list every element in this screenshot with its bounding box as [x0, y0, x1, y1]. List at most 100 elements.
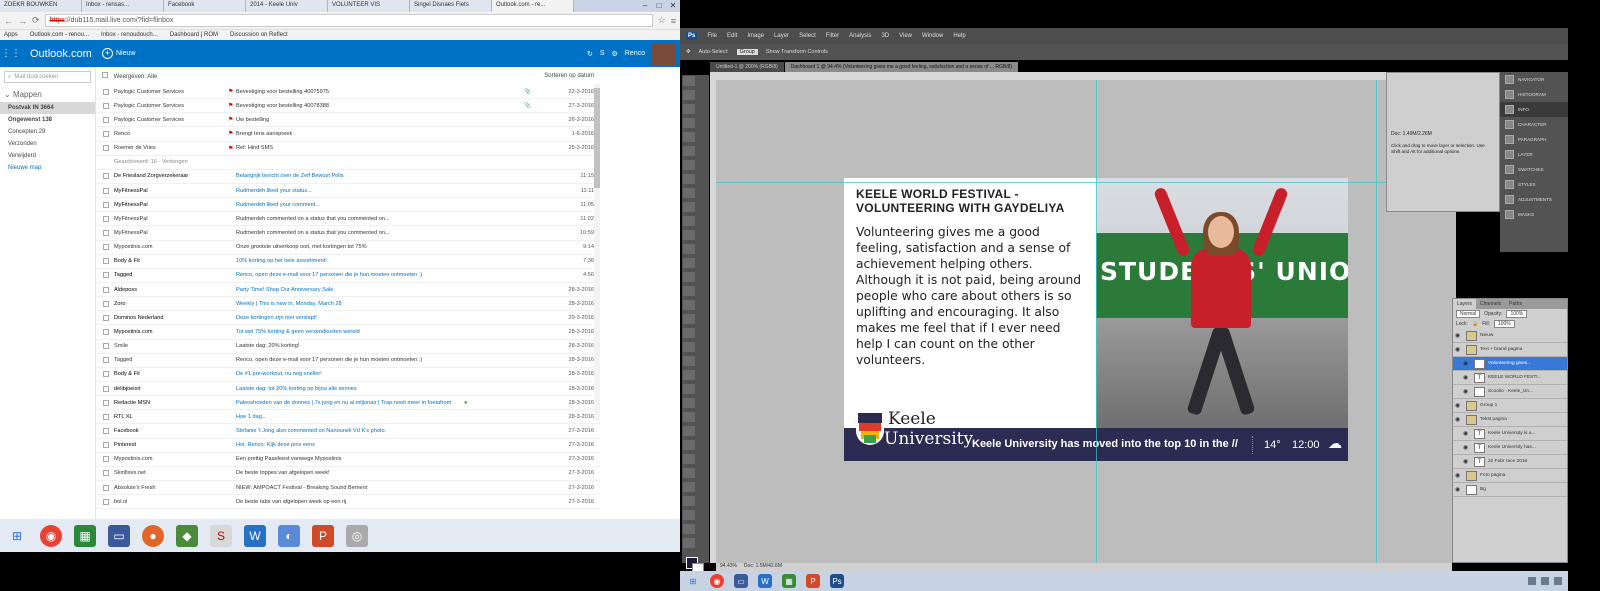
tool-icon[interactable] — [683, 468, 695, 478]
table-row[interactable]: Tagged Renco, open deze e-mail voor 17 pe… — [96, 269, 600, 283]
network-icon[interactable] — [1528, 577, 1536, 585]
table-row[interactable]: Aldeposs Party Time! Shop Our Anniversary… — [96, 283, 600, 298]
row-checkbox[interactable] — [103, 300, 109, 307]
tool-icon[interactable] — [683, 286, 695, 296]
table-row[interactable]: Zoro Weekly | This is new in, Monday, Mar… — [96, 297, 600, 312]
folder-item[interactable]: Postvak IN 3664 — [0, 102, 95, 114]
table-row[interactable]: Dominos Nederland Deze kortingen zijn nie… — [96, 311, 600, 326]
eye-icon[interactable]: ◉ — [1455, 416, 1463, 423]
browser-tab[interactable]: Facebook — [164, 0, 246, 12]
back-icon[interactable]: ← — [4, 16, 13, 26]
table-row[interactable]: Mypostinis.com Een prettig Paasfeest vanw… — [96, 453, 600, 467]
menu-item[interactable]: File — [707, 33, 717, 39]
maximize-icon[interactable]: □ — [652, 0, 666, 12]
row-checkbox[interactable] — [103, 258, 109, 265]
photoshop-taskbar-icon[interactable]: Ps — [830, 574, 844, 588]
guide-line[interactable] — [716, 182, 1456, 183]
row-checkbox[interactable] — [103, 442, 109, 449]
new-mail-button[interactable]: + Nieuw — [102, 48, 135, 59]
dock-item[interactable]: ADJUSTMENTS — [1500, 192, 1568, 207]
menu-item[interactable]: Window — [922, 33, 943, 39]
flag-icon[interactable]: ⚑ — [228, 130, 236, 137]
tool-icon[interactable] — [683, 132, 695, 142]
row-checkbox[interactable] — [103, 88, 109, 95]
windows-start-icon[interactable]: ⊞ — [6, 525, 28, 547]
flag-icon[interactable]: ⚑ — [228, 102, 236, 109]
outlook-title[interactable]: Outlook.com — [30, 48, 102, 60]
table-row[interactable]: Paylogic Customer Services ⚑ Bevestiging v… — [96, 85, 600, 100]
row-checkbox[interactable] — [103, 456, 109, 463]
eye-icon[interactable]: ◉ — [1463, 388, 1471, 395]
eye-icon[interactable]: ◉ — [1455, 332, 1463, 339]
tool-icon[interactable] — [683, 398, 695, 408]
row-checkbox[interactable] — [103, 413, 109, 420]
table-row[interactable]: Roemer de Vries ⚑ Ref: Hind SMS 25-3-2016 — [96, 142, 600, 156]
table-row[interactable]: bol.nl De beste tabs van afgelopen week o… — [96, 495, 600, 510]
layer-row[interactable]: ◉ T Volunteering gives... — [1453, 357, 1567, 371]
table-row[interactable]: Tagged Renco, open deze e-mail voor 17 pe… — [96, 354, 600, 368]
table-row[interactable]: Absolute's Fresh NIEW: AMPOACT Festival -… — [96, 481, 600, 496]
layer-row[interactable]: ◉ Group 1 — [1453, 399, 1567, 413]
excel-icon[interactable]: ▦ — [782, 574, 796, 588]
tool-icon[interactable] — [683, 244, 695, 254]
row-checkbox[interactable] — [103, 244, 109, 251]
browser-tab[interactable]: VOLUNTEER VIS — [328, 0, 410, 12]
explorer-icon[interactable]: ▭ — [734, 574, 748, 588]
tool-icon[interactable] — [683, 496, 695, 506]
tool-icon[interactable] — [683, 510, 695, 520]
tool-icon[interactable] — [683, 258, 695, 268]
move-tool-icon[interactable]: ✥ — [686, 49, 691, 55]
chrome-icon[interactable]: ◉ — [710, 574, 724, 588]
dock-item[interactable]: HISTOGRAM — [1500, 87, 1568, 102]
bookmark-item[interactable]: Dashboard | ROM — [170, 32, 218, 38]
eye-icon[interactable]: ◉ — [1463, 430, 1471, 437]
row-checkbox[interactable] — [103, 357, 109, 364]
dock-item[interactable]: MASKS — [1500, 207, 1568, 222]
menu-item[interactable]: Edit — [727, 33, 737, 39]
row-checkbox[interactable] — [103, 470, 109, 477]
layer-row[interactable]: ◉ Scoolio - Keele_Un... — [1453, 385, 1567, 399]
fill-field[interactable]: 100% — [1493, 320, 1515, 328]
table-row[interactable]: Paylogic Customer Services ⚑ Bevestiging v… — [96, 99, 600, 114]
table-row[interactable]: Skinfixes.net De beste toppes van afgelop… — [96, 467, 600, 481]
dock-item[interactable]: NAVIGATOR — [1500, 72, 1568, 87]
dock-item[interactable]: SWATCHES — [1500, 162, 1568, 177]
minecraft-icon[interactable]: ◆ — [176, 524, 198, 547]
bookmark-item[interactable]: Discussion on Reflect — [230, 32, 288, 38]
row-checkbox[interactable] — [103, 427, 109, 434]
transform-controls-checkbox[interactable]: Show Transform Controls — [766, 49, 828, 55]
tool-icon[interactable] — [683, 328, 695, 338]
lock-icon[interactable]: 🔒 — [1472, 321, 1478, 327]
layer-row[interactable]: ◉ Nieuw — [1453, 329, 1567, 343]
table-row[interactable]: Gearchiveerd: 16 · Verbergen — [96, 156, 600, 170]
row-checkbox[interactable] — [103, 399, 109, 406]
folder-item[interactable]: Concepten 29 — [0, 126, 95, 138]
row-checkbox[interactable] — [103, 498, 109, 505]
tool-icon[interactable] — [683, 272, 695, 282]
dock-item[interactable]: CHARACTER — [1500, 117, 1568, 132]
bookmark-item[interactable]: Inbox - renoudouch... — [101, 32, 158, 38]
dock-item[interactable]: INFO — [1500, 102, 1568, 117]
layers-tab[interactable]: Layers — [1453, 299, 1477, 309]
table-row[interactable]: RTL XL Hoe 1 dag... 28-3-2016 — [96, 410, 600, 425]
tool-icon[interactable] — [683, 342, 695, 352]
eye-icon[interactable]: ◉ — [1455, 472, 1463, 479]
eye-icon[interactable]: ◉ — [1455, 486, 1463, 493]
tool-icon[interactable] — [683, 384, 695, 394]
eye-icon[interactable]: ◉ — [1463, 360, 1471, 367]
layer-row[interactable]: ◉ Text + brand pagina — [1453, 343, 1567, 357]
sort-dropdown[interactable]: Sorteren op datum — [544, 73, 594, 79]
auto-select-label[interactable]: Auto-Select: — [699, 49, 729, 55]
blend-mode-dropdown[interactable]: Normal — [1456, 310, 1481, 318]
table-row[interactable]: Smile Laatste dag: 20% korting! 28-3-2016 — [96, 340, 600, 354]
tool-icon[interactable] — [683, 426, 695, 436]
table-row[interactable]: Pinterest Hoi, Renco: Kijk deze pins eens… — [96, 439, 600, 453]
tool-icon[interactable] — [683, 160, 695, 170]
sublime-icon[interactable]: S — [210, 524, 232, 547]
bookmark-item[interactable]: Outlook.com - renou... — [30, 32, 89, 38]
row-checkbox[interactable] — [103, 130, 109, 137]
reload-icon[interactable]: ⟳ — [32, 15, 40, 26]
guide-line[interactable] — [1096, 80, 1097, 563]
menu-item[interactable]: 3D — [881, 33, 889, 39]
document-tab[interactable]: Untitled-1 @ 200% (RGB/8) — [710, 62, 784, 72]
